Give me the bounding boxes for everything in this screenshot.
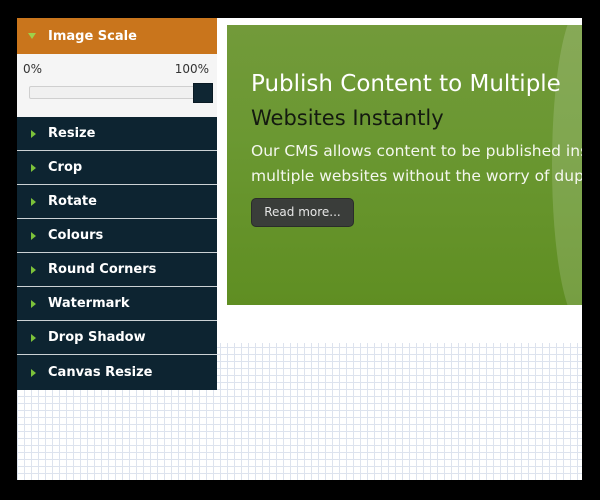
menu-item-label: Round Corners <box>48 262 157 277</box>
menu-item-drop-shadow[interactable]: Drop Shadow <box>17 321 217 355</box>
menu-item-label: Drop Shadow <box>48 330 146 345</box>
menu-item-label: Watermark <box>48 296 130 311</box>
triangle-right-icon <box>31 265 36 274</box>
triangle-right-icon <box>31 129 36 138</box>
panel-header-image-scale[interactable]: Image Scale <box>17 18 217 54</box>
image-tools-panel: Image Scale 0% 100% Resize Crop Rotate C… <box>17 18 217 390</box>
menu-item-crop[interactable]: Crop <box>17 151 217 185</box>
scale-slider-box: 0% 100% <box>17 54 217 117</box>
menu-item-colours[interactable]: Colours <box>17 219 217 253</box>
menu-item-round-corners[interactable]: Round Corners <box>17 253 217 287</box>
menu-item-label: Resize <box>48 126 96 141</box>
menu-item-label: Canvas Resize <box>48 365 153 380</box>
triangle-right-icon <box>31 163 36 172</box>
scale-slider-track[interactable] <box>29 86 211 99</box>
triangle-right-icon <box>31 231 36 240</box>
banner-description: Our CMS allows content to be published i… <box>251 139 582 189</box>
panel-header-label: Image Scale <box>48 28 137 44</box>
banner-desc-line2: multiple websites without the worry of d… <box>251 167 582 185</box>
triangle-right-icon <box>31 197 36 206</box>
banner-title-line1: Publish Content to Multiple <box>251 71 561 97</box>
menu-item-label: Colours <box>48 228 104 243</box>
menu-item-watermark[interactable]: Watermark <box>17 287 217 321</box>
banner-title-line2: Websites Instantly <box>251 106 444 130</box>
banner-image: Publish Content to Multiple Websites Ins… <box>227 25 582 305</box>
menu-item-label: Crop <box>48 160 83 175</box>
banner-desc-line1: Our CMS allows content to be published i… <box>251 142 582 160</box>
triangle-down-icon <box>28 33 36 39</box>
triangle-right-icon <box>31 299 36 308</box>
scale-slider-handle[interactable] <box>193 83 213 103</box>
scale-max-label: 100% <box>174 62 209 76</box>
read-more-button[interactable]: Read more... <box>251 198 354 227</box>
menu-item-label: Rotate <box>48 194 97 209</box>
scale-min-label: 0% <box>23 62 43 76</box>
triangle-right-icon <box>31 333 36 342</box>
triangle-right-icon <box>31 368 36 377</box>
menu-item-resize[interactable]: Resize <box>17 117 217 151</box>
menu-item-rotate[interactable]: Rotate <box>17 185 217 219</box>
menu-item-canvas-resize[interactable]: Canvas Resize <box>17 355 217 390</box>
